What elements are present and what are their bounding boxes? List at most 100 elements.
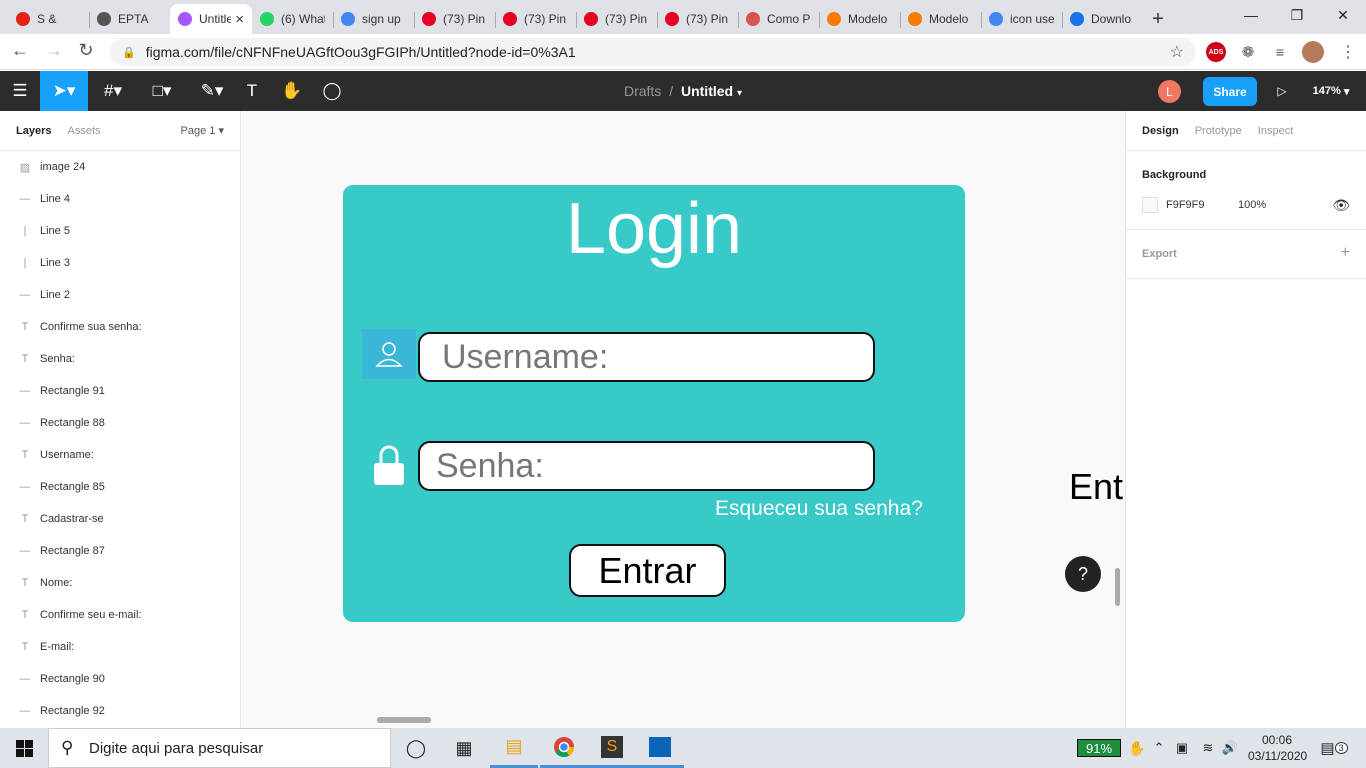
vertical-scrollbar[interactable] <box>1115 568 1120 606</box>
browser-tab[interactable]: (73) Pin <box>657 4 738 34</box>
touch-icon[interactable]: ✋ <box>1124 728 1150 768</box>
zoom-level[interactable]: 147% ▾ <box>1306 71 1356 111</box>
present-play-icon[interactable]: ▷ <box>1270 71 1294 111</box>
layer-row[interactable]: T Confirme sua senha: <box>0 311 240 343</box>
layer-row[interactable]: — Line 4 <box>0 183 240 215</box>
reload-icon[interactable]: ↻ <box>74 40 98 61</box>
page-name: Page 1 <box>180 125 216 137</box>
tab-assets[interactable]: Assets <box>67 125 100 137</box>
file-explorer-icon[interactable]: ▤ <box>490 728 538 768</box>
user-avatar[interactable]: L <box>1158 80 1181 103</box>
browser-tab[interactable]: (6) WhatsApp <box>252 4 333 34</box>
entrar-button[interactable]: Entrar <box>569 544 726 597</box>
new-tab-button[interactable]: + <box>1143 4 1173 34</box>
chevron-down-icon[interactable]: ▾ <box>737 88 742 99</box>
browser-tab[interactable]: (73) Pin <box>576 4 657 34</box>
horizontal-scrollbar[interactable] <box>377 717 431 723</box>
windows-start-icon[interactable] <box>0 728 48 768</box>
browser-menu-icon[interactable]: ⋮ <box>1338 42 1358 62</box>
tab-favicon-icon <box>503 12 517 26</box>
restore-icon[interactable]: ❐ <box>1274 0 1320 30</box>
line-layer-icon: — <box>19 481 31 493</box>
back-icon[interactable]: ← <box>8 40 32 61</box>
battery-indicator[interactable]: 91% <box>1077 739 1121 757</box>
layer-row[interactable]: T Username: <box>0 439 240 471</box>
forgot-password-link[interactable]: Esqueceu sua senha? <box>715 497 923 521</box>
clock[interactable]: 00:06 03/11/2020 <box>1248 732 1307 764</box>
extensions-puzzle-icon[interactable]: ❁ <box>1238 42 1258 62</box>
text-layer-icon: T <box>21 321 29 333</box>
tab-favicon-icon <box>16 12 30 26</box>
task-view-icon[interactable]: ▦ <box>440 728 488 768</box>
layer-row[interactable]: T Confirme seu e-mail: <box>0 599 240 631</box>
layer-name: Rectangle 88 <box>40 417 105 429</box>
sublime-text-icon[interactable]: S <box>588 728 636 768</box>
browser-tab[interactable]: EPTA <box>89 4 170 34</box>
vline-layer-icon: | <box>23 257 27 269</box>
file-name[interactable]: Untitled <box>681 83 733 99</box>
adblock-extension-icon[interactable]: ADS <box>1206 42 1226 62</box>
password-input[interactable]: Senha: <box>418 441 875 491</box>
layer-row[interactable]: — Rectangle 91 <box>0 375 240 407</box>
notifications-icon[interactable]: ▤ 3 <box>1318 728 1350 768</box>
page-selector[interactable]: Page 1 ▾ <box>181 124 224 137</box>
volume-icon[interactable]: 🔊 <box>1218 728 1242 768</box>
chrome-icon[interactable] <box>540 728 588 768</box>
chevron-up-icon[interactable]: ⌃ <box>1148 728 1170 768</box>
canvas[interactable]: Login Username: Senha: Esqueceu sua senh… <box>241 111 1135 728</box>
text-layer-icon: T <box>21 609 29 621</box>
layer-row[interactable]: — Rectangle 90 <box>0 663 240 695</box>
browser-tab[interactable]: S & <box>8 4 89 34</box>
layer-row[interactable]: ▨ image 24 <box>0 151 240 183</box>
close-tab-icon[interactable]: × <box>235 11 244 28</box>
share-button[interactable]: Share <box>1203 77 1257 106</box>
layer-row[interactable]: T Cadastrar-se <box>0 503 240 535</box>
background-swatch[interactable] <box>1142 197 1158 213</box>
layer-row[interactable]: — Line 2 <box>0 279 240 311</box>
tab-prototype[interactable]: Prototype <box>1195 125 1242 137</box>
layer-row[interactable]: | Line 3 <box>0 247 240 279</box>
layer-row[interactable]: — Rectangle 88 <box>0 407 240 439</box>
layer-row[interactable]: — Rectangle 87 <box>0 535 240 567</box>
browser-tab[interactable]: (73) Pin <box>495 4 576 34</box>
profile-avatar[interactable] <box>1302 41 1324 63</box>
layer-row[interactable]: T E-mail: <box>0 631 240 663</box>
layer-row[interactable]: — Rectangle 85 <box>0 471 240 503</box>
browser-tab[interactable]: Modelo <box>819 4 900 34</box>
browser-tab[interactable]: icon use <box>981 4 1062 34</box>
breadcrumb-drafts[interactable]: Drafts <box>624 83 661 99</box>
eye-icon[interactable]: 👁 <box>1332 197 1350 214</box>
layer-row[interactable]: T Nome: <box>0 567 240 599</box>
help-button[interactable]: ? <box>1065 556 1101 592</box>
media-control-icon[interactable]: ≡ <box>1270 42 1290 62</box>
forward-icon[interactable]: → <box>42 40 66 61</box>
login-frame[interactable]: Login Username: Senha: Esqueceu sua senh… <box>343 185 965 622</box>
tab-layers[interactable]: Layers <box>16 125 51 137</box>
tab-inspect[interactable]: Inspect <box>1258 125 1293 137</box>
browser-tab[interactable]: sign up <box>333 4 414 34</box>
browser-tab[interactable]: Downlo <box>1062 4 1143 34</box>
layer-name: Rectangle 92 <box>40 705 105 717</box>
browser-tab[interactable]: (73) Pin <box>414 4 495 34</box>
layer-row[interactable]: — Rectangle 92 <box>0 695 240 727</box>
close-window-icon[interactable]: ✕ <box>1320 0 1366 30</box>
browser-tab[interactable]: Untitled× <box>170 4 252 34</box>
wifi-icon[interactable]: ≋ <box>1196 728 1220 768</box>
username-input[interactable]: Username: <box>418 332 875 382</box>
photos-icon[interactable] <box>636 728 684 768</box>
taskbar-search[interactable]: ⚲ Digite aqui para pesquisar <box>48 728 391 768</box>
layer-row[interactable]: | Line 5 <box>0 215 240 247</box>
bookmark-star-icon[interactable]: ☆ <box>1170 42 1184 62</box>
background-opacity[interactable]: 100% <box>1238 199 1266 211</box>
tab-design[interactable]: Design <box>1142 125 1179 137</box>
browser-tab[interactable]: Modelo <box>900 4 981 34</box>
browser-tab[interactable]: Como P <box>738 4 819 34</box>
url-bar[interactable]: 🔒 figma.com/file/cNFNFneUAGftOou3gFGIPh/… <box>110 38 1196 66</box>
minimize-icon[interactable]: — <box>1228 0 1274 30</box>
user-icon <box>362 329 416 379</box>
layer-row[interactable]: T Senha: <box>0 343 240 375</box>
background-hex[interactable]: F9F9F9 <box>1166 199 1238 211</box>
cortana-icon[interactable]: ◯ <box>392 728 440 768</box>
power-icon[interactable]: ▣ <box>1170 728 1194 768</box>
plus-icon[interactable]: + <box>1341 244 1350 262</box>
